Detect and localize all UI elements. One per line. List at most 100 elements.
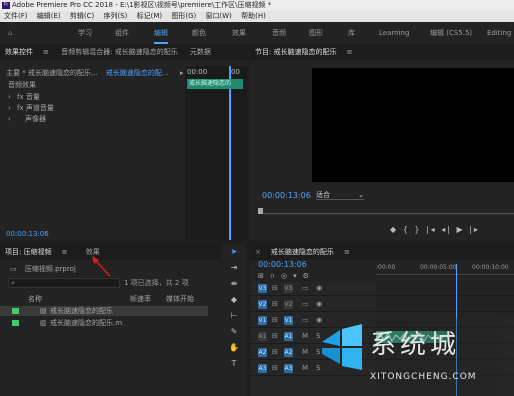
workspace-learn[interactable]: 学习: [78, 22, 92, 44]
project-item-media[interactable]: ▥ 戒长脑速隐恋的配乐.m: [0, 318, 208, 328]
source-patch-v2[interactable]: V2: [258, 300, 267, 309]
track-target-a2[interactable]: A2: [284, 348, 293, 357]
hand-tool-icon[interactable]: ✋: [222, 340, 246, 356]
workspace-audio[interactable]: 音频: [272, 22, 286, 44]
source-patch-a3[interactable]: A3: [258, 364, 267, 373]
workspace-editing-cs55[interactable]: 编辑 (CS5.5): [430, 22, 472, 44]
close-icon[interactable]: ×: [250, 244, 266, 260]
toggle-output-icon[interactable]: ▭: [302, 284, 309, 292]
pen-tool-icon[interactable]: ✎: [222, 324, 246, 340]
master-clip-label[interactable]: 主要 * 戒长脑速隐恋的配乐...: [6, 69, 98, 77]
menu-sequence[interactable]: 序列(S): [103, 12, 127, 20]
menu-window[interactable]: 窗口(W): [205, 12, 231, 20]
razor-tool-icon[interactable]: ◆: [222, 292, 246, 308]
workspace-editing-en[interactable]: Editing: [487, 22, 511, 44]
tab-audio-mixer[interactable]: 音频剪辑混合器: 戒长脑速隐恋的配乐: [56, 44, 183, 60]
source-patch-a1[interactable]: A1: [258, 332, 267, 341]
mute-icon[interactable]: M: [302, 332, 308, 340]
track-target-a3[interactable]: A3: [284, 364, 293, 373]
selection-tool-icon[interactable]: ➤: [222, 244, 246, 260]
sync-lock-icon: ⊟: [272, 300, 278, 308]
play-icon[interactable]: ▶: [457, 225, 465, 234]
window-title: Adobe Premiere Pro CC 2018 - E:\1影视区\视频号…: [12, 1, 272, 9]
track-v2[interactable]: V2 ⊟ V2 ▭ ◉: [250, 298, 514, 312]
mark-out-icon[interactable]: }: [414, 225, 421, 234]
step-forward-icon[interactable]: |▸: [469, 225, 480, 234]
home-icon[interactable]: ⌂: [8, 22, 12, 44]
type-tool-icon[interactable]: T: [222, 356, 246, 372]
source-patch-a2[interactable]: A2: [258, 348, 267, 357]
mark-in-icon[interactable]: {: [403, 225, 410, 234]
menu-file[interactable]: 文件(F): [4, 12, 28, 20]
track-v3[interactable]: V3 ⊟ V3 ▭ ◉: [250, 282, 514, 296]
snap-icon[interactable]: ∩: [270, 272, 281, 280]
workspace-color[interactable]: 颜色: [192, 22, 206, 44]
source-patch-v3[interactable]: V3: [258, 284, 267, 293]
tab-metadata[interactable]: 元数据: [185, 44, 216, 60]
effect-controls-tabs: 效果控件 ≡ 音频剪辑混合器: 戒长脑速隐恋的配乐 元数据: [0, 44, 247, 60]
add-marker-icon[interactable]: ▾: [293, 272, 303, 280]
workspace-effects[interactable]: 效果: [232, 22, 246, 44]
track-target-v3[interactable]: V3: [284, 284, 293, 293]
sequence-clip-label[interactable]: 戒长脑速隐恋的配...: [106, 69, 169, 77]
column-media-start[interactable]: 媒体开始: [166, 294, 194, 304]
source-patch-v1[interactable]: V1: [258, 316, 267, 325]
label-color-green: [12, 320, 19, 326]
add-marker-icon[interactable]: ◆: [390, 225, 398, 234]
project-item-sequence[interactable]: ▤ 戒长脑速隐恋的配乐: [0, 306, 208, 316]
sequence-icon: ▤: [40, 307, 47, 315]
workspace-libraries[interactable]: 库: [348, 22, 355, 44]
settings-wrench-icon[interactable]: ⚙: [303, 272, 315, 280]
timeline-toolbar: ⊞∩◎▾⚙: [258, 272, 315, 280]
eye-icon[interactable]: ◉: [316, 284, 322, 292]
mini-timeline[interactable]: 00:00 00 戒长脑速隐恋的: [185, 66, 247, 240]
play-triangle-icon[interactable]: ▸: [180, 68, 184, 78]
insert-sequence-icon[interactable]: ⊞: [258, 272, 270, 280]
program-playhead[interactable]: [258, 208, 263, 214]
tab-project[interactable]: 项目: 压缩视频: [0, 244, 57, 260]
mute-icon[interactable]: M: [302, 364, 308, 372]
track-target-v2[interactable]: V2: [284, 300, 293, 309]
workspace-editing[interactable]: 编辑: [154, 22, 168, 44]
timeline-sequence-title[interactable]: 戒长脑速隐恋的配乐: [266, 244, 339, 260]
program-scrub-bar[interactable]: [258, 208, 514, 214]
track-target-v1[interactable]: V1: [284, 316, 293, 325]
step-back-icon[interactable]: ◂|: [441, 225, 452, 234]
effect-item-channel-volume[interactable]: › fx 声道音量: [8, 103, 54, 113]
mute-icon[interactable]: M: [302, 348, 308, 356]
workspace-learning-en[interactable]: Learning: [379, 22, 409, 44]
slip-tool-icon[interactable]: ⊢: [222, 308, 246, 324]
eye-icon[interactable]: ◉: [316, 300, 322, 308]
column-frame-rate[interactable]: 帧速率: [130, 294, 151, 304]
panel-menu-icon[interactable]: ≡: [342, 44, 358, 60]
effect-item-panner[interactable]: › 声像器: [8, 114, 46, 124]
toggle-output-icon[interactable]: ▭: [302, 300, 309, 308]
linked-selection-icon[interactable]: ◎: [281, 272, 293, 280]
label-color-green: [12, 308, 19, 314]
menu-edit[interactable]: 编辑(E): [37, 12, 61, 20]
track-target-a1[interactable]: A1: [284, 332, 293, 341]
ripple-edit-tool-icon[interactable]: ⇼: [222, 276, 246, 292]
timeline-timecode[interactable]: 00:00:13:06: [258, 260, 307, 269]
track-select-tool-icon[interactable]: ⇥: [222, 260, 246, 276]
menu-marker[interactable]: 标记(M): [137, 12, 163, 20]
effect-controls-timecode[interactable]: 00:00:13:06: [6, 230, 49, 238]
tab-effect-controls[interactable]: 效果控件: [0, 44, 38, 60]
menu-clip[interactable]: 剪辑(C): [70, 12, 94, 20]
program-timecode[interactable]: 00:00:13:06: [262, 191, 311, 200]
mini-clip[interactable]: 戒长脑速隐恋的: [187, 79, 243, 89]
mini-playhead[interactable]: [229, 66, 231, 240]
menu-help[interactable]: 帮助(H): [241, 12, 266, 20]
zoom-fit-select[interactable]: 适合 ⌄: [316, 190, 364, 200]
go-to-in-icon[interactable]: |◂: [426, 225, 437, 234]
workspace-assembly[interactable]: 组件: [115, 22, 129, 44]
menu-graphics[interactable]: 图形(G): [171, 12, 196, 20]
watermark-url: XITONGCHENG.COM: [370, 372, 477, 382]
project-search-input[interactable]: ⌕: [8, 278, 120, 288]
column-name[interactable]: 名称: [28, 294, 42, 304]
toggle-output-icon[interactable]: ▭: [302, 316, 309, 324]
effect-item-volume[interactable]: › fx 音量: [8, 92, 40, 102]
workspace-graphics[interactable]: 图形: [309, 22, 323, 44]
program-monitor-title[interactable]: 节目: 戒长脑速隐恋的配乐: [250, 44, 342, 60]
timeline-ruler[interactable]: :00:00 00:00:05:00 00:00:10:00: [376, 264, 514, 278]
